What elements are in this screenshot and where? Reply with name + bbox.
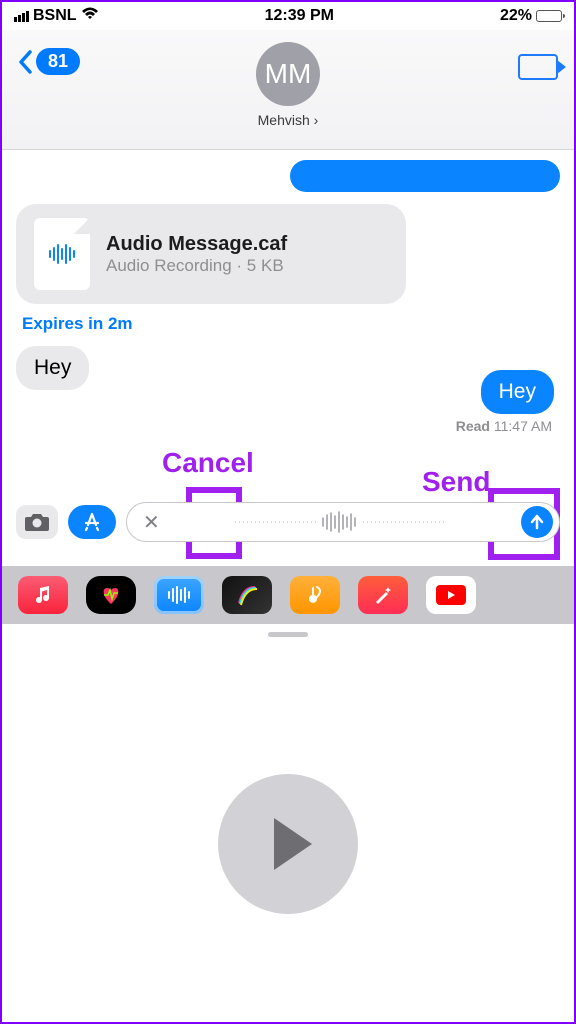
camera-button[interactable] [16, 505, 58, 539]
waveform-preview [160, 510, 521, 534]
avatar: MM [256, 42, 320, 106]
audio-panel [2, 624, 574, 1022]
signal-icon [14, 11, 29, 22]
app-strip[interactable] [2, 566, 574, 624]
file-icon [34, 218, 90, 290]
app-icon-draw[interactable] [222, 576, 272, 614]
chevron-right-icon: › [314, 112, 319, 128]
chat-area: Audio Message.caf Audio Recording · 5 KB… [2, 150, 574, 434]
app-icon-audio[interactable] [154, 576, 204, 614]
expires-label: Expires in 2m [22, 314, 560, 334]
status-right: 22% [500, 7, 562, 25]
appstore-button[interactable] [68, 505, 116, 539]
arrow-up-icon [528, 513, 546, 531]
waveform-icon [47, 243, 77, 265]
battery-percent: 22% [500, 7, 532, 25]
annotation-cancel: Cancel [162, 447, 254, 479]
file-name: Audio Message.caf [106, 233, 287, 256]
app-icon-youtube[interactable] [426, 576, 476, 614]
send-button[interactable] [521, 506, 553, 538]
audio-attachment-bubble[interactable]: Audio Message.caf Audio Recording · 5 KB [16, 204, 406, 304]
back-count-badge: 81 [36, 48, 80, 75]
app-icon-effects[interactable] [358, 576, 408, 614]
appstore-icon [81, 511, 103, 533]
nav-header: 81 MM Mehvish › [2, 30, 574, 150]
message-input-pill[interactable]: ✕ [126, 502, 560, 542]
sent-bubble-partial[interactable] [290, 160, 560, 192]
grabber-handle[interactable] [268, 632, 308, 637]
carrier-label: BSNL [33, 7, 77, 25]
input-row: ✕ [2, 502, 574, 542]
camera-icon [24, 512, 50, 532]
file-meta: Audio Recording · 5 KB [106, 256, 287, 276]
battery-icon [536, 10, 562, 22]
video-call-button[interactable] [518, 54, 558, 80]
annotation-send: Send [422, 466, 490, 498]
chevron-left-icon [18, 50, 32, 74]
cancel-recording-button[interactable]: ✕ [143, 510, 160, 535]
back-button[interactable]: 81 [18, 48, 80, 75]
status-time: 12:39 PM [265, 7, 334, 25]
contact-info[interactable]: MM Mehvish › [256, 42, 320, 128]
play-button[interactable] [218, 774, 358, 914]
contact-name: Mehvish › [256, 112, 320, 128]
sent-bubble[interactable]: Hey [481, 370, 554, 414]
play-icon [274, 818, 312, 870]
app-icon-music[interactable] [18, 576, 68, 614]
app-icon-garageband[interactable] [290, 576, 340, 614]
wifi-icon [81, 7, 99, 26]
status-left: BSNL [14, 7, 99, 26]
status-bar: BSNL 12:39 PM 22% [2, 2, 574, 30]
app-icon-fitness[interactable] [86, 576, 136, 614]
read-receipt: Read 11:47 AM [16, 414, 560, 434]
received-bubble[interactable]: Hey [16, 346, 89, 390]
